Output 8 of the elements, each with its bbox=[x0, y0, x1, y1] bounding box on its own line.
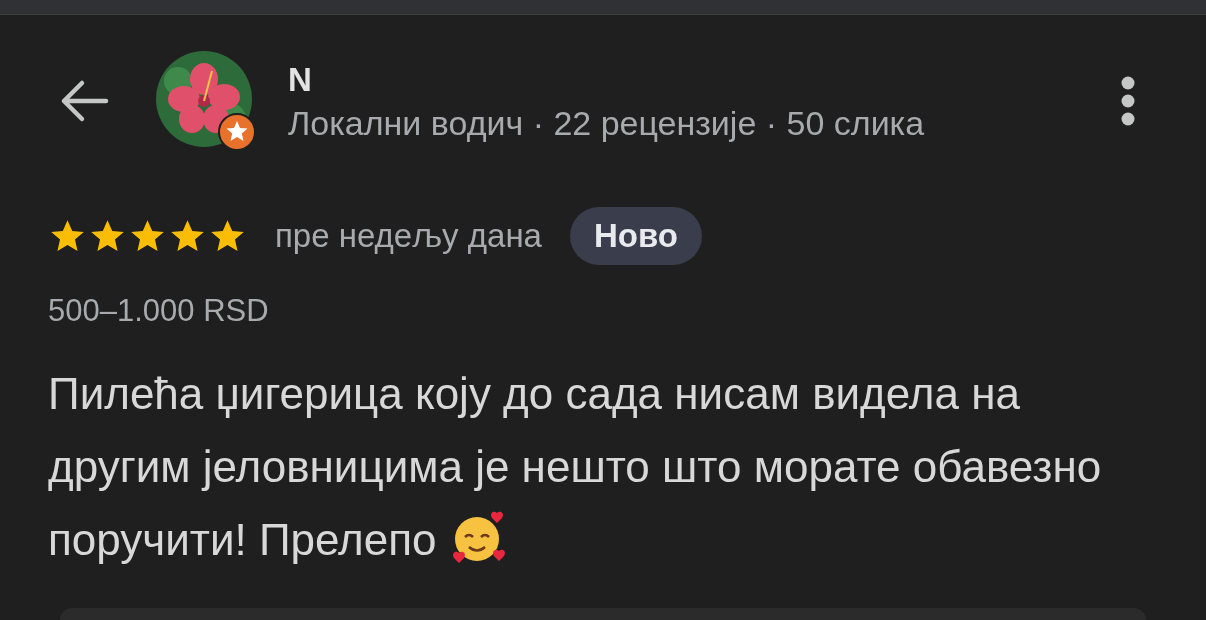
more-menu-icon[interactable] bbox=[1120, 75, 1136, 127]
reviewer-name: N bbox=[288, 60, 313, 100]
new-badge: Ново bbox=[569, 207, 702, 265]
review-text: Пилећа џигерица коју до сада нисам видела на другим јеловницима је нешто што морате обавезно поручити! Прелепо bbox=[48, 368, 1103, 567]
smiling-face-hearts-icon bbox=[450, 509, 507, 565]
review-time: пре недељу дана bbox=[275, 216, 542, 257]
reviewer-subtitle: Локални водич · 22 рецензије · 50 слика bbox=[288, 103, 926, 144]
price-range: 500–1.000 RSD bbox=[47, 293, 270, 329]
